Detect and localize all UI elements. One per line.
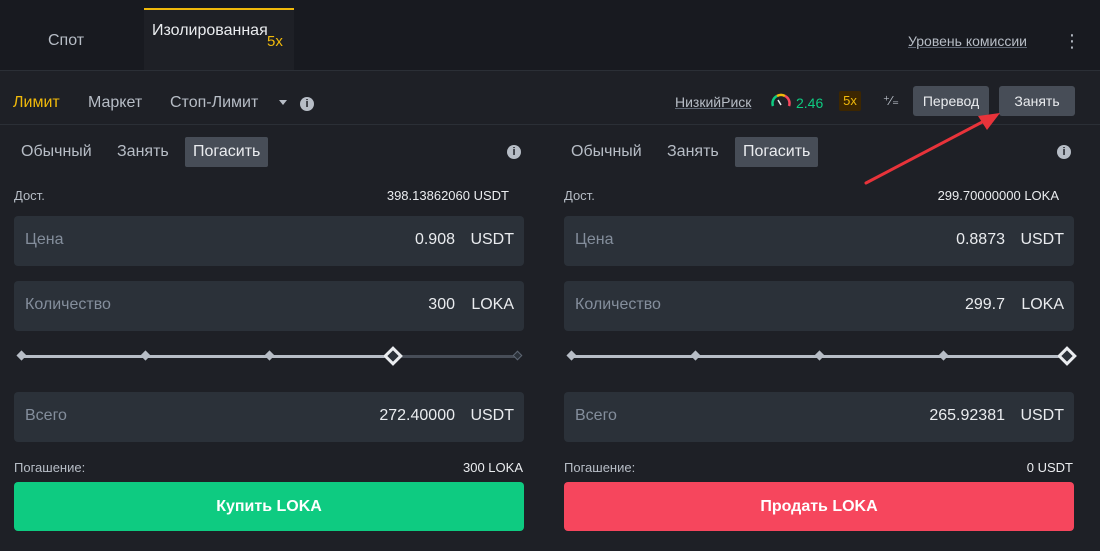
buy-mode-normal[interactable]: Обычный	[21, 143, 92, 161]
buy-mode-repay[interactable]: Погасить	[185, 137, 269, 167]
info-icon[interactable]: i	[507, 145, 521, 159]
buy-quantity-label: Количество	[25, 296, 111, 313]
buy-quantity-unit: LOKA	[471, 296, 514, 313]
leverage-badge[interactable]: 5x	[839, 91, 861, 111]
tab-spot[interactable]: Спот	[48, 32, 84, 50]
buy-price-label: Цена	[25, 231, 64, 248]
risk-value: 2.46	[796, 95, 824, 111]
sell-price-unit: USDT	[1020, 231, 1064, 248]
slider-handle[interactable]	[383, 346, 403, 366]
slider-step-0[interactable]	[16, 350, 26, 361]
tab-isolated-leverage: 5x	[267, 33, 283, 50]
sell-available-label: Дост.	[564, 188, 595, 203]
sell-total-input[interactable]: 265.92381	[929, 407, 1005, 425]
buy-total-input[interactable]: 272.40000	[379, 407, 455, 425]
sell-amount-slider[interactable]	[564, 344, 1077, 368]
slider-step-50[interactable]	[814, 350, 824, 361]
sell-button[interactable]: Продать LOKA	[564, 482, 1074, 531]
risk-gauge-icon	[771, 93, 791, 107]
slider-step-50[interactable]	[264, 350, 274, 361]
sell-available-value: 299.70000000 LOKA	[937, 188, 1059, 203]
annotation-arrow	[864, 113, 1000, 185]
buy-mode-borrow[interactable]: Занять	[117, 143, 169, 161]
sell-mode-normal[interactable]: Обычный	[571, 143, 642, 161]
risk-level-link[interactable]: НизкийРиск	[675, 94, 751, 110]
info-icon[interactable]: i	[1057, 145, 1071, 159]
order-type-stop-limit[interactable]: Стоп-Лимит	[170, 94, 258, 112]
fee-level-link[interactable]: Уровень комиссии	[908, 33, 1027, 49]
sell-total-unit: USDT	[1020, 407, 1064, 424]
order-type-limit[interactable]: Лимит	[13, 94, 60, 112]
sell-total-field[interactable]: Всего 265.92381 USDT	[564, 392, 1074, 442]
sell-quantity-input[interactable]: 299.7	[965, 296, 1005, 314]
buy-repay-value: 300 LOKA	[463, 460, 523, 475]
tab-isolated-label: Изолированная	[152, 22, 268, 39]
chevron-down-icon[interactable]	[279, 100, 287, 105]
info-icon[interactable]: i	[300, 97, 314, 111]
buy-total-label: Всего	[25, 407, 67, 424]
sell-quantity-unit: LOKA	[1021, 296, 1064, 313]
top-strip	[0, 0, 1100, 8]
order-type-market[interactable]: Маркет	[88, 94, 142, 112]
borrow-button[interactable]: Занять	[999, 86, 1075, 116]
sell-repay-value: 0 USDT	[1026, 460, 1073, 475]
buy-total-unit: USDT	[470, 407, 514, 424]
sell-price-label: Цена	[575, 231, 614, 248]
buy-amount-slider[interactable]	[14, 344, 524, 368]
sell-mode-repay[interactable]: Погасить	[735, 137, 819, 167]
slider-step-75[interactable]	[938, 350, 948, 361]
buy-price-field[interactable]: Цена 0.908 USDT	[14, 216, 524, 266]
slider-step-25[interactable]	[690, 350, 700, 361]
buy-quantity-field[interactable]: Количество 300 LOKA	[14, 281, 524, 331]
buy-quantity-input[interactable]: 300	[428, 296, 455, 314]
slider-step-0[interactable]	[566, 350, 576, 361]
slider-step-25[interactable]	[140, 350, 150, 361]
buy-available-value: 398.13862060 USDT	[386, 188, 509, 203]
tab-isolated[interactable]: Изолированная 5x	[144, 8, 294, 70]
slider-track-filled	[21, 355, 393, 358]
sell-mode-borrow[interactable]: Занять	[667, 143, 719, 161]
sell-quantity-field[interactable]: Количество 299.7 LOKA	[564, 281, 1074, 331]
buy-available-label: Дост.	[14, 188, 45, 203]
sell-price-field[interactable]: Цена 0.8873 USDT	[564, 216, 1074, 266]
buy-price-unit: USDT	[470, 231, 514, 248]
slider-step-100[interactable]	[512, 350, 522, 361]
slider-track-empty	[393, 355, 517, 358]
more-options-icon[interactable]: ⋮	[1063, 31, 1081, 51]
buy-total-field[interactable]: Всего 272.40000 USDT	[14, 392, 524, 442]
sell-quantity-label: Количество	[575, 296, 661, 313]
buy-button[interactable]: Купить LOKA	[14, 482, 524, 531]
buy-price-input[interactable]: 0.908	[415, 231, 455, 249]
sell-price-input[interactable]: 0.8873	[956, 231, 1005, 249]
buy-repay-label: Погашение:	[14, 460, 86, 475]
sell-total-label: Всего	[575, 407, 617, 424]
slider-handle[interactable]	[1057, 346, 1077, 366]
sell-repay-label: Погашение:	[564, 460, 636, 475]
